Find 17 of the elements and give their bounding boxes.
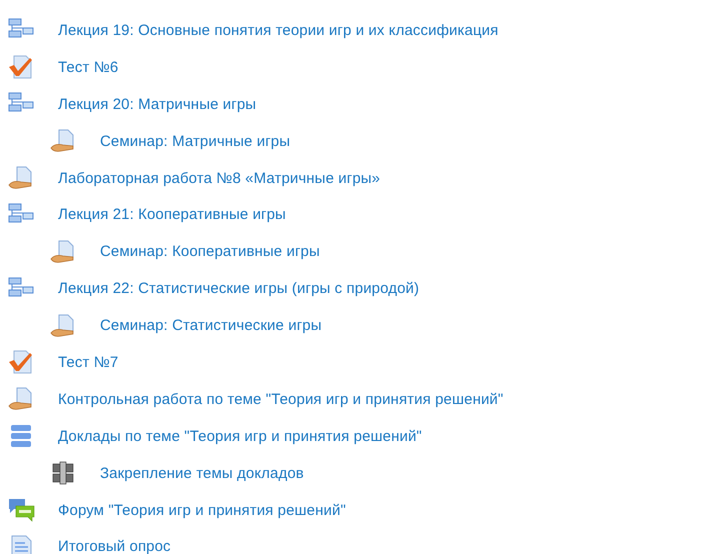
activity-link[interactable]: Контрольная работа по теме "Теория игр и принятия решений" <box>58 390 504 408</box>
activity-link[interactable]: Лабораторная работа №8 «Матричные игры» <box>58 170 380 186</box>
activity-link[interactable]: Лекция 20: Матричные игры <box>58 96 256 113</box>
activity-link[interactable]: Семинар: Матричные игры <box>100 132 290 150</box>
activity-link[interactable]: Лекция 21: Кооперативные игры <box>58 206 286 224</box>
checkmark-icon <box>8 55 35 80</box>
activity-link[interactable]: Лекция 22: Статистические игры (игры с природой) <box>58 280 420 298</box>
activity-link[interactable]: Тест №7 <box>58 354 118 371</box>
activity-link[interactable]: Закрепление темы докладов <box>100 464 304 482</box>
activity-link[interactable]: Доклады по теме "Теория игр и принятия решений" <box>58 428 422 445</box>
chat-bubbles-icon <box>8 498 35 522</box>
checkmark-icon <box>8 350 35 374</box>
activity-link[interactable]: Семинар: Статистические игры <box>100 317 322 334</box>
activity-link[interactable]: Лекция 19: Основные понятия теории игр и их классификация <box>58 22 498 39</box>
activity-link[interactable]: Форум "Теория игр и принятия решений" <box>58 502 346 519</box>
activity-link[interactable]: Семинар: Кооперативные игры <box>100 243 320 260</box>
activity-link[interactable]: Тест №6 <box>58 58 118 76</box>
